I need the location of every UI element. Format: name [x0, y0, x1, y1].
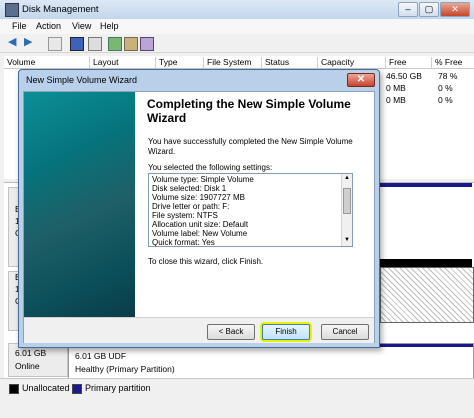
free-space-cell: 0 MB: [386, 95, 406, 105]
wizard-title: New Simple Volume Wizard: [26, 75, 138, 85]
unallocated-bar: [380, 259, 472, 267]
unallocated-swatch: [9, 384, 19, 394]
window-title: Disk Management: [22, 4, 99, 15]
setting-line: Disk selected: Disk 1: [152, 184, 227, 193]
wizard-intro-text: You have successfully completed the New …: [148, 137, 353, 156]
settings-icon[interactable]: [140, 37, 154, 51]
window-titlebar: Disk Management – ▢ ✕: [0, 0, 474, 20]
minimize-button[interactable]: –: [398, 2, 418, 17]
disk-label-dvd[interactable]: 6.01 GB Online: [8, 343, 68, 377]
settings-summary-box[interactable]: Volume type: Simple Volume Disk selected…: [148, 173, 353, 247]
column-volume[interactable]: Volume: [4, 57, 90, 68]
scroll-down-icon[interactable]: ▼: [343, 237, 351, 245]
close-hint-text: To close this wizard, click Finish.: [148, 257, 264, 266]
setting-line: Volume label: New Volume: [152, 229, 248, 238]
disk-management-icon: [5, 3, 19, 17]
column-file-system[interactable]: File System: [204, 57, 262, 68]
menu-bar: File Action View Help: [0, 19, 474, 34]
legend-unallocated: Unallocated: [22, 383, 70, 393]
back-arrow-icon[interactable]: ◀: [8, 37, 20, 49]
setting-line: Volume size: 1907727 MB: [152, 193, 245, 202]
column-percent-free[interactable]: % Free: [432, 57, 474, 68]
scroll-up-icon[interactable]: ▲: [343, 175, 351, 183]
setting-line: File system: NTFS: [152, 211, 218, 220]
settings-scrollbar[interactable]: ▲ ▼: [341, 174, 352, 246]
legend-primary-partition: Primary partition: [85, 383, 151, 393]
column-layout[interactable]: Layout: [90, 57, 156, 68]
menu-file[interactable]: File: [12, 21, 27, 31]
menu-view[interactable]: View: [72, 21, 91, 31]
wizard-body: Completing the New Simple Volume Wizard …: [23, 91, 375, 343]
setting-line: Allocation unit size: Default: [152, 220, 249, 229]
cancel-button[interactable]: Cancel: [321, 324, 369, 340]
wizard-heading: Completing the New Simple Volume Wizard: [147, 97, 351, 125]
properties-icon[interactable]: [88, 37, 102, 51]
unallocated-region[interactable]: [380, 267, 474, 323]
volume-list-header: Volume Layout Type File System Status Ca…: [4, 56, 474, 77]
help-icon[interactable]: [70, 37, 84, 51]
menu-help[interactable]: Help: [100, 21, 119, 31]
dvd-volume-health: Healthy (Primary Partition): [75, 364, 175, 374]
wizard-close-button[interactable]: ✕: [347, 73, 375, 87]
setting-line: Drive letter or path: F:: [152, 202, 230, 211]
primary-partition-swatch: [72, 384, 82, 394]
rescan-disks-icon[interactable]: [124, 37, 138, 51]
menu-action[interactable]: Action: [36, 21, 61, 31]
dvd-volume[interactable]: 6.01 GB UDF Healthy (Primary Partition): [68, 343, 474, 379]
dvd-status: Online: [15, 361, 40, 371]
dvd-size: 6.01 GB: [15, 348, 47, 358]
scroll-thumb[interactable]: [343, 188, 351, 214]
back-button[interactable]: < Back: [207, 324, 255, 340]
dvd-volume-size: 6.01 GB UDF: [75, 351, 127, 361]
wizard-banner-image: [24, 92, 135, 317]
toolbar: ◀ ▶: [0, 34, 474, 53]
close-window-button[interactable]: ✕: [440, 2, 470, 17]
wizard-footer: < Back Finish Cancel: [24, 317, 374, 343]
setting-line: Quick format: Yes: [152, 238, 215, 247]
free-space-cell: 46.50 GB: [386, 71, 422, 81]
refresh-icon[interactable]: [108, 37, 122, 51]
settings-caption: You selected the following settings:: [148, 163, 273, 172]
setting-line: Volume type: Simple Volume: [152, 175, 254, 184]
forward-arrow-icon[interactable]: ▶: [24, 37, 36, 49]
new-simple-volume-wizard: New Simple Volume Wizard ✕ Completing th…: [18, 69, 380, 348]
column-status[interactable]: Status: [262, 57, 318, 68]
column-free-space[interactable]: Free Spa...: [386, 57, 432, 77]
percent-free-cell: 0 %: [438, 95, 453, 105]
free-space-cell: 0 MB: [386, 83, 406, 93]
column-capacity[interactable]: Capacity: [318, 57, 386, 68]
column-type[interactable]: Type: [156, 57, 204, 68]
percent-free-cell: 0 %: [438, 83, 453, 93]
primary-partition-bar: [380, 183, 472, 187]
legend: Unallocated Primary partition: [0, 378, 474, 418]
finish-button[interactable]: Finish: [262, 324, 310, 340]
maximize-button[interactable]: ▢: [419, 2, 439, 17]
percent-free-cell: 78 %: [438, 71, 458, 81]
console-tree-icon[interactable]: [48, 37, 62, 51]
